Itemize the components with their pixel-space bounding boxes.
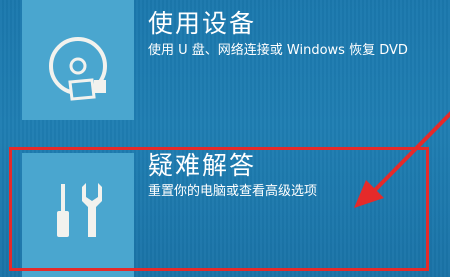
use-device-title[interactable]: 使用设备 (148, 4, 256, 40)
use-device-description: 使用 U 盘、网络连接或 Windows 恢复 DVD (148, 43, 408, 58)
disc-drive-icon (49, 37, 107, 101)
annotation-highlight-box (9, 147, 429, 271)
use-device-tile[interactable] (22, 0, 134, 120)
